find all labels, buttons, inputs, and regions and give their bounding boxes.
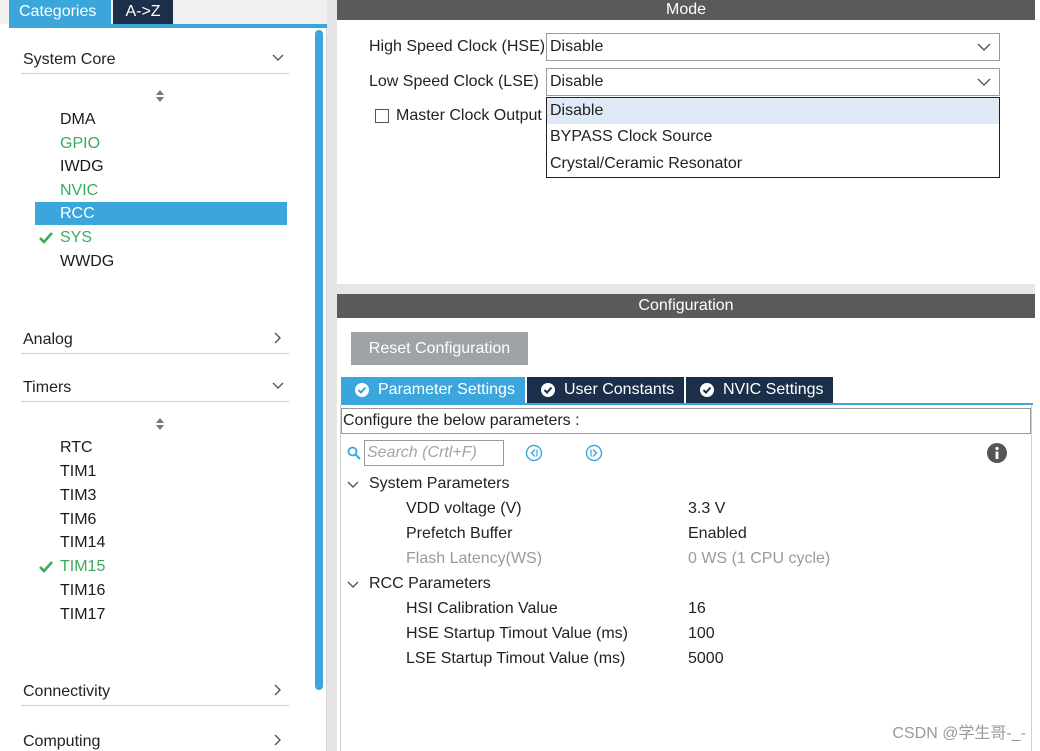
param-lse-startup-timeout[interactable]: LSE Startup Timout Value (ms)	[406, 650, 625, 668]
configure-instructions: Configure the below parameters :	[341, 408, 1031, 434]
master-clock-label: Master Clock Output	[396, 107, 542, 124]
sort-arrows-icon[interactable]	[155, 417, 165, 431]
category-connectivity[interactable]: Connectivity	[21, 662, 289, 706]
value-hsi-calibration[interactable]: 16	[688, 600, 706, 618]
lse-select-value: Disable	[550, 73, 604, 90]
check-circle-icon	[355, 383, 369, 397]
category-tree: System Core DMA GPIO IWDG NVIC RCC SYS W…	[9, 30, 314, 751]
hse-select-value: Disable	[550, 38, 604, 55]
configuration-header: Configuration	[337, 294, 1035, 318]
list-item-gpio[interactable]: GPIO	[60, 132, 100, 155]
chevron-right-icon[interactable]	[271, 733, 285, 747]
list-item-tim14[interactable]: TIM14	[60, 531, 105, 554]
scrollbar-thumb[interactable]	[315, 30, 323, 690]
list-item-tim3[interactable]: TIM3	[60, 484, 96, 507]
configure-text: Configure the below parameters :	[343, 412, 580, 429]
category-analog[interactable]: Analog	[21, 310, 289, 354]
lse-label: Low Speed Clock (LSE)	[369, 73, 539, 90]
list-item-tim15[interactable]: TIM15	[60, 555, 105, 578]
chevron-right-icon[interactable]	[271, 683, 285, 697]
group-label: System Parameters	[369, 475, 510, 492]
category-label: Timers	[23, 379, 72, 396]
lse-select[interactable]: Disable	[546, 68, 1000, 96]
chevron-down-icon[interactable]	[346, 479, 360, 491]
group-label: RCC Parameters	[369, 575, 491, 592]
tab-a-z[interactable]: A->Z	[113, 0, 173, 24]
tab-categories[interactable]: Categories	[9, 0, 111, 24]
search-input[interactable]	[364, 440, 504, 466]
value-vdd-voltage[interactable]: 3.3 V	[688, 500, 725, 518]
tab-label: Parameter Settings	[378, 381, 515, 398]
list-item-tim16[interactable]: TIM16	[60, 579, 105, 602]
list-item-rtc[interactable]: RTC	[60, 436, 93, 459]
chevron-down-icon[interactable]	[271, 379, 285, 393]
dropdown-option-crystal[interactable]: Crystal/Ceramic Resonator	[547, 151, 999, 177]
param-flash-latency: Flash Latency(WS)	[406, 550, 543, 567]
value-hse-startup-timeout[interactable]: 100	[688, 625, 715, 643]
list-item-sys[interactable]: SYS	[60, 226, 92, 249]
tab-underline	[9, 24, 327, 28]
arrow-right-circle-icon[interactable]	[585, 444, 603, 462]
list-item-wwdg[interactable]: WWDG	[60, 250, 114, 273]
lse-dropdown-list: Disable BYPASS Clock Source Crystal/Cera…	[546, 97, 1000, 178]
list-item-rcc[interactable]: RCC	[60, 202, 95, 225]
panel-separator[interactable]	[337, 284, 1035, 294]
category-label: System Core	[23, 51, 116, 68]
mode-header: Mode	[337, 0, 1035, 20]
chevron-down-icon[interactable]	[977, 77, 991, 87]
dropdown-option-bypass[interactable]: BYPASS Clock Source	[547, 124, 999, 150]
param-prefetch-buffer[interactable]: Prefetch Buffer	[406, 525, 512, 543]
master-clock-checkbox[interactable]	[375, 109, 389, 123]
chevron-down-icon[interactable]	[346, 579, 360, 591]
category-label: Computing	[23, 733, 101, 750]
watermark: CSDN @学生哥-_-	[892, 725, 1026, 742]
category-system-core[interactable]: System Core	[21, 30, 289, 74]
info-icon[interactable]	[987, 443, 1007, 463]
reset-configuration-button[interactable]: Reset Configuration	[351, 332, 528, 365]
left-panel: Categories A->Z System Core DMA GPIO IWD…	[0, 0, 327, 751]
search-icon[interactable]	[347, 446, 361, 460]
value-prefetch-buffer[interactable]: Enabled	[688, 525, 747, 543]
category-label: Connectivity	[23, 683, 111, 700]
param-hsi-calibration[interactable]: HSI Calibration Value	[406, 600, 558, 618]
value-flash-latency: 0 WS (1 CPU cycle)	[688, 550, 831, 567]
list-item-tim1[interactable]: TIM1	[60, 460, 96, 483]
hse-label: High Speed Clock (HSE)	[369, 38, 546, 55]
chevron-down-icon[interactable]	[271, 51, 285, 65]
list-item-iwdg[interactable]: IWDG	[60, 155, 104, 178]
list-item-nvic[interactable]: NVIC	[60, 179, 98, 202]
panel-divider[interactable]	[327, 0, 337, 751]
list-item-dma[interactable]: DMA	[60, 108, 96, 131]
arrow-left-circle-icon[interactable]	[525, 444, 543, 462]
check-circle-icon	[700, 383, 714, 397]
param-vdd-voltage[interactable]: VDD voltage (V)	[406, 500, 522, 518]
tab-nvic-settings[interactable]: NVIC Settings	[686, 377, 833, 403]
param-hse-startup-timeout[interactable]: HSE Startup Timout Value (ms)	[406, 625, 628, 643]
category-label: Analog	[23, 331, 73, 348]
dropdown-option-disable[interactable]: Disable	[547, 98, 999, 124]
hse-select[interactable]: Disable	[546, 33, 1000, 61]
tab-label: NVIC Settings	[723, 381, 824, 398]
value-lse-startup-timeout[interactable]: 5000	[688, 650, 724, 668]
list-item-tim6[interactable]: TIM6	[60, 508, 96, 531]
category-timers[interactable]: Timers	[21, 358, 289, 402]
tab-label: User Constants	[564, 381, 675, 398]
chevron-right-icon[interactable]	[271, 331, 285, 345]
left-tabs: Categories A->Z	[0, 0, 327, 24]
check-circle-icon	[541, 383, 555, 397]
tab-user-constants[interactable]: User Constants	[527, 377, 684, 403]
category-computing[interactable]: Computing	[21, 711, 289, 751]
check-icon	[39, 232, 53, 244]
sort-arrows-icon[interactable]	[155, 89, 165, 103]
check-icon	[39, 561, 53, 573]
chevron-down-icon[interactable]	[977, 42, 991, 52]
list-item-tim17[interactable]: TIM17	[60, 603, 105, 626]
tab-parameter-settings[interactable]: Parameter Settings	[341, 377, 525, 403]
